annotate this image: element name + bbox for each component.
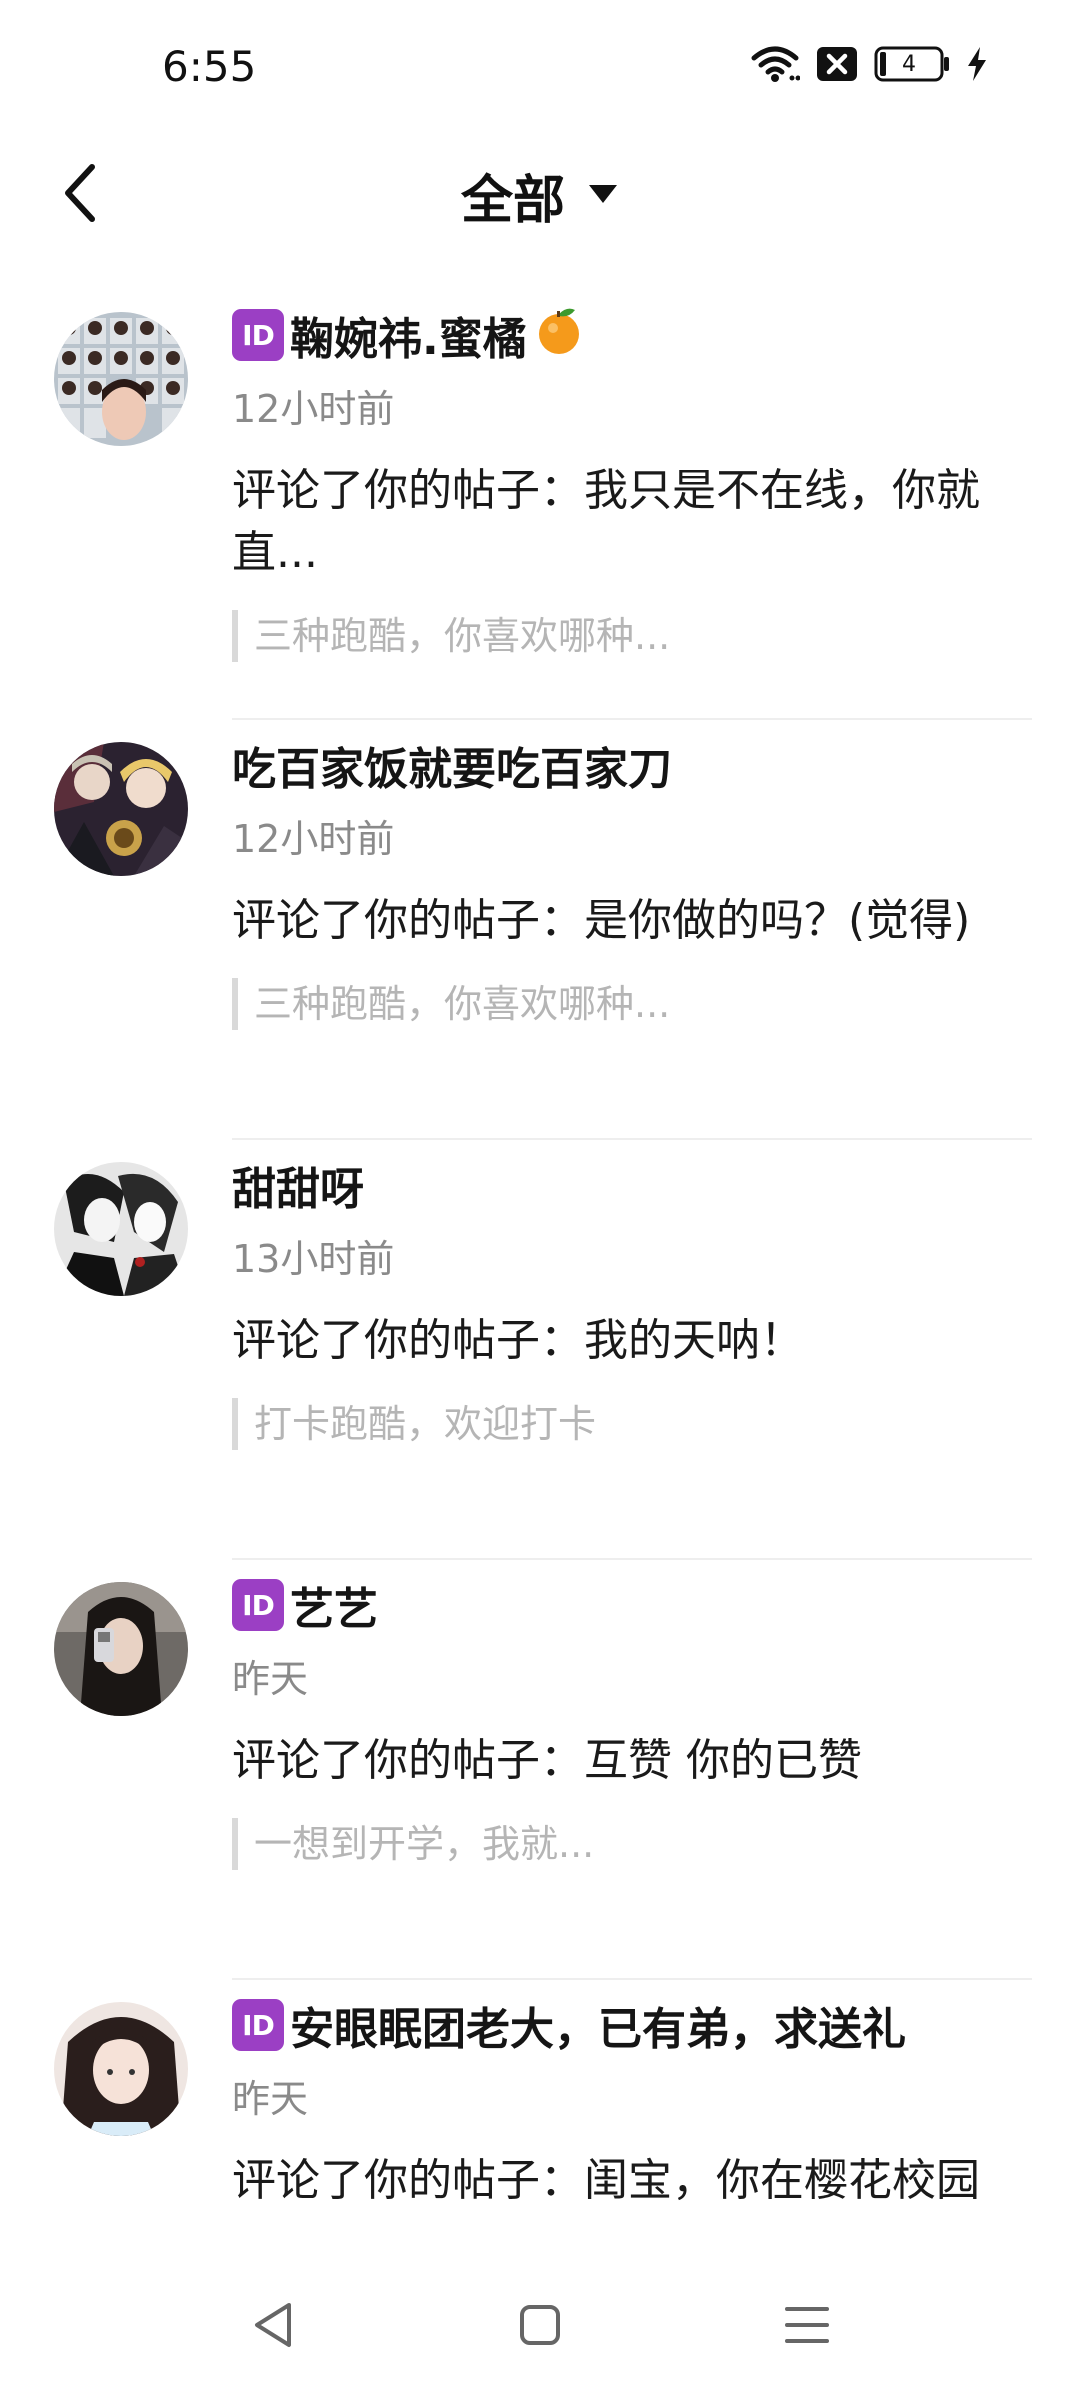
back-triangle-icon[interactable] [233,2285,313,2365]
menu-lines-icon[interactable] [767,2285,847,2365]
notification-list: ID 鞠婉祎.蜜橘 12小时前 评论了你的帖子：我只是不在线，你就直... 三种… [0,300,1080,2400]
user-name[interactable]: 鞠婉祎.蜜橘 [290,303,527,367]
status-bar: 6:55 4 [0,0,1080,140]
status-time: 6:55 [162,42,257,91]
timestamp: 13小时前 [232,1237,395,1281]
quoted-post[interactable]: 三种跑酷，你喜欢哪种... [232,978,1032,1030]
avatar[interactable] [54,1162,188,1296]
comment-text[interactable]: 评论了你的帖子：我只是不在线，你就直... [232,460,1032,584]
comment-text[interactable]: 评论了你的帖子：互赞 你的已赞 [232,1730,1032,1792]
notification-x-icon [816,46,858,82]
timestamp: 12小时前 [232,387,395,431]
avatar[interactable] [54,1582,188,1716]
id-badge: ID [232,1579,284,1631]
quoted-post[interactable]: 三种跑酷，你喜欢哪种... [232,610,1032,662]
list-item[interactable]: ID 鞠婉祎.蜜橘 12小时前 评论了你的帖子：我只是不在线，你就直... 三种… [0,300,1080,720]
user-name[interactable]: 艺艺 [290,1573,378,1637]
avatar[interactable] [54,2002,188,2136]
status-icons: 4 [750,44,988,84]
user-name[interactable]: 甜甜呀 [232,1153,364,1217]
timestamp: 12小时前 [232,817,395,861]
filter-dropdown[interactable]: 全部 [0,158,1080,233]
battery-icon: 4 [874,46,950,82]
wifi-icon [750,44,800,84]
list-item[interactable]: 吃百家饭就要吃百家刀 12小时前 评论了你的帖子：是你做的吗？(觉得) 三种跑酷… [0,720,1080,1140]
charging-bolt-icon [966,46,988,82]
avatar[interactable] [54,742,188,876]
caret-down-icon [587,183,619,209]
list-item[interactable]: ID 艺艺 昨天 评论了你的帖子：互赞 你的已赞 一想到开学，我就... [0,1560,1080,1980]
quoted-post[interactable]: 一想到开学，我就... [232,1818,1032,1870]
top-nav-bar: 全部 [0,140,1080,250]
comment-text[interactable]: 评论了你的帖子：是你做的吗？(觉得) [232,890,1032,952]
comment-text[interactable]: 评论了你的帖子：闺宝，你在樱花校园 [232,2150,1032,2212]
user-name[interactable]: 吃百家饭就要吃百家刀 [232,733,672,797]
orange-emoji-icon [533,304,585,367]
timestamp: 昨天 [232,2077,309,2121]
home-square-icon[interactable] [500,2285,580,2365]
page-title: 全部 [460,171,565,231]
user-name[interactable]: 安眼眠团老大，已有弟，求送礼 [290,1993,906,2057]
id-badge: ID [232,309,284,361]
list-item[interactable]: 甜甜呀 13小时前 评论了你的帖子：我的天呐！ 打卡跑酷，欢迎打卡 [0,1140,1080,1560]
comment-text[interactable]: 评论了你的帖子：我的天呐！ [232,1310,1032,1372]
timestamp: 昨天 [232,1657,309,1701]
quoted-post[interactable]: 打卡跑酷，欢迎打卡 [232,1398,1032,1450]
battery-level: 4 [902,51,916,77]
system-nav-bar [0,2250,1080,2400]
id-badge: ID [232,1999,284,2051]
avatar[interactable] [54,312,188,446]
